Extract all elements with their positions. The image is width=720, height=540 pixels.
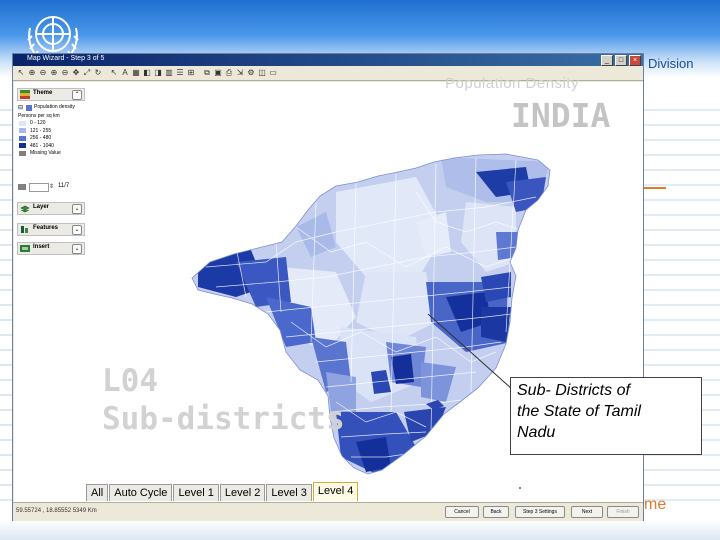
color-swatch[interactable]: [18, 184, 26, 190]
legend-label: Missing Value: [30, 150, 61, 156]
refresh-icon[interactable]: ↻: [93, 68, 103, 78]
copy-icon[interactable]: ⧉: [202, 68, 212, 78]
legend-swatch: [19, 143, 26, 148]
class-count-input[interactable]: [29, 183, 49, 192]
collapse-icon[interactable]: ⌃: [72, 90, 82, 100]
division-text: Division: [648, 56, 694, 71]
legend-label: 256 - 480: [30, 135, 52, 141]
panel-layer-header[interactable]: Layer ⌄: [17, 202, 85, 215]
tab-auto-cycle[interactable]: Auto Cycle: [109, 484, 173, 501]
pan-icon[interactable]: ✥: [71, 68, 81, 78]
callout-box: Sub- Districts of the State of Tamil Nad…: [510, 377, 702, 455]
panel-label: Layer: [33, 204, 50, 210]
callout-line: Sub- Districts of: [517, 382, 630, 399]
window-title: Map Wizard - Step 3 of 5: [27, 55, 105, 62]
level-label: L04 Sub-districts: [102, 362, 345, 438]
next-button[interactable]: Next: [571, 506, 603, 518]
export-icon[interactable]: ⇲: [235, 68, 245, 78]
slide-footer-band: [0, 520, 720, 540]
layer-icon: [20, 205, 30, 213]
chart-icon[interactable]: ▥: [164, 68, 174, 78]
indicator-icon: [26, 105, 32, 111]
legend-swatch: [19, 120, 26, 126]
legend-item[interactable]: 121 - 255: [19, 128, 51, 134]
panel-label: Insert: [33, 244, 50, 250]
features-icon: [21, 226, 28, 233]
zoom-in-icon[interactable]: ⊕: [49, 68, 59, 78]
window-titlebar[interactable]: Map Wizard - Step 3 of 5 _ □ ×: [13, 54, 643, 66]
class-control: ⇕ 11/7: [18, 183, 82, 192]
expand-icon[interactable]: ⌄: [72, 204, 82, 214]
full-extent-icon[interactable]: ⤢: [82, 68, 92, 78]
grid-icon[interactable]: ⊞: [186, 68, 196, 78]
back-button[interactable]: Back: [483, 506, 509, 518]
legend-subtitle: Persons per sq km: [18, 113, 60, 119]
legend-swatch: [19, 128, 26, 133]
legend-item[interactable]: 0 - 120: [19, 120, 46, 126]
theme-icon: [20, 90, 30, 99]
watermark-indicator: Population Density: [445, 75, 580, 92]
arrow-icon[interactable]: ↖: [16, 68, 26, 78]
indicator-name: Population density: [34, 104, 75, 110]
legend-label: 481 - 1040: [30, 142, 54, 149]
legend-item[interactable]: 481 - 1040: [19, 143, 54, 149]
image-icon[interactable]: ◫: [257, 68, 267, 78]
close-icon[interactable]: ×: [629, 55, 641, 66]
legend-icon[interactable]: ☰: [175, 68, 185, 78]
finish-button[interactable]: Finish: [607, 506, 639, 518]
panel-label: Theme: [33, 90, 53, 96]
callout-line: the State of Tamil: [517, 403, 641, 420]
zoom-in-icon[interactable]: ⊕: [27, 68, 37, 78]
legend-label: 0 - 120: [30, 120, 46, 126]
panel-label: Features: [33, 225, 59, 231]
callout-line: Nadu: [517, 424, 556, 441]
legend-swatch: [19, 150, 26, 156]
expand-icon[interactable]: ⌄: [72, 225, 82, 235]
zoom-out-icon[interactable]: ⊖: [38, 68, 48, 78]
label-icon[interactable]: A: [120, 68, 130, 78]
level-tabs: All Auto Cycle Level 1 Level 2 Level 3 L…: [86, 482, 359, 501]
minimize-icon[interactable]: _: [601, 55, 613, 66]
legend-swatch: [19, 135, 26, 141]
panel-theme-header[interactable]: Theme ⌃: [17, 88, 85, 101]
expand-icon[interactable]: ⌄: [72, 244, 82, 254]
zoom-out-icon[interactable]: ⊖: [60, 68, 70, 78]
panel-features-header[interactable]: Features ⌄: [17, 223, 85, 236]
panel-insert-header[interactable]: Insert ⌄: [17, 242, 85, 255]
watermark-country: INDIA: [511, 96, 611, 135]
stepper-icon[interactable]: ⇕: [49, 183, 54, 190]
tab-level-4[interactable]: Level 4: [312, 482, 359, 501]
tab-level-3[interactable]: Level 3: [266, 484, 312, 501]
step-select[interactable]: Step 3 Settings: [515, 506, 565, 518]
print-icon[interactable]: ⎙: [224, 68, 234, 78]
legend-item[interactable]: 256 - 480: [19, 135, 51, 141]
level-code: L04: [102, 363, 158, 399]
maximize-icon[interactable]: □: [615, 55, 627, 66]
select-icon[interactable]: ↖: [109, 68, 119, 78]
level-name: Sub-districts: [102, 401, 345, 437]
insert-icon: [20, 245, 30, 252]
class-count: 11/7: [58, 183, 70, 189]
map-icon[interactable]: ▦: [131, 68, 141, 78]
cancel-button[interactable]: Cancel: [445, 506, 479, 518]
status-bar: 59.55724 , 18.85552 5349 Km Cancel Back …: [13, 502, 643, 521]
footer-word: me: [644, 496, 667, 513]
save-icon[interactable]: ▣: [213, 68, 223, 78]
indicator-row[interactable]: ⊟ Population density: [18, 104, 84, 112]
legend-item[interactable]: Missing Value: [19, 150, 61, 156]
frame-icon[interactable]: ▭: [268, 68, 278, 78]
tab-all[interactable]: All: [86, 484, 109, 501]
tab-level-1[interactable]: Level 1: [173, 484, 219, 501]
settings-icon[interactable]: ⚙: [246, 68, 256, 78]
legend-label: 121 - 255: [30, 127, 52, 134]
tab-level-2[interactable]: Level 2: [219, 484, 266, 501]
theme-icon[interactable]: ◨: [153, 68, 163, 78]
coordinates-readout: 59.55724 , 18.85552 5349 Km: [16, 508, 97, 514]
theme-panel: Theme ⌃ ⊟ Population density Persons per…: [14, 82, 87, 502]
layer-icon[interactable]: ◧: [142, 68, 152, 78]
expand-icon[interactable]: ⊟: [18, 104, 23, 111]
